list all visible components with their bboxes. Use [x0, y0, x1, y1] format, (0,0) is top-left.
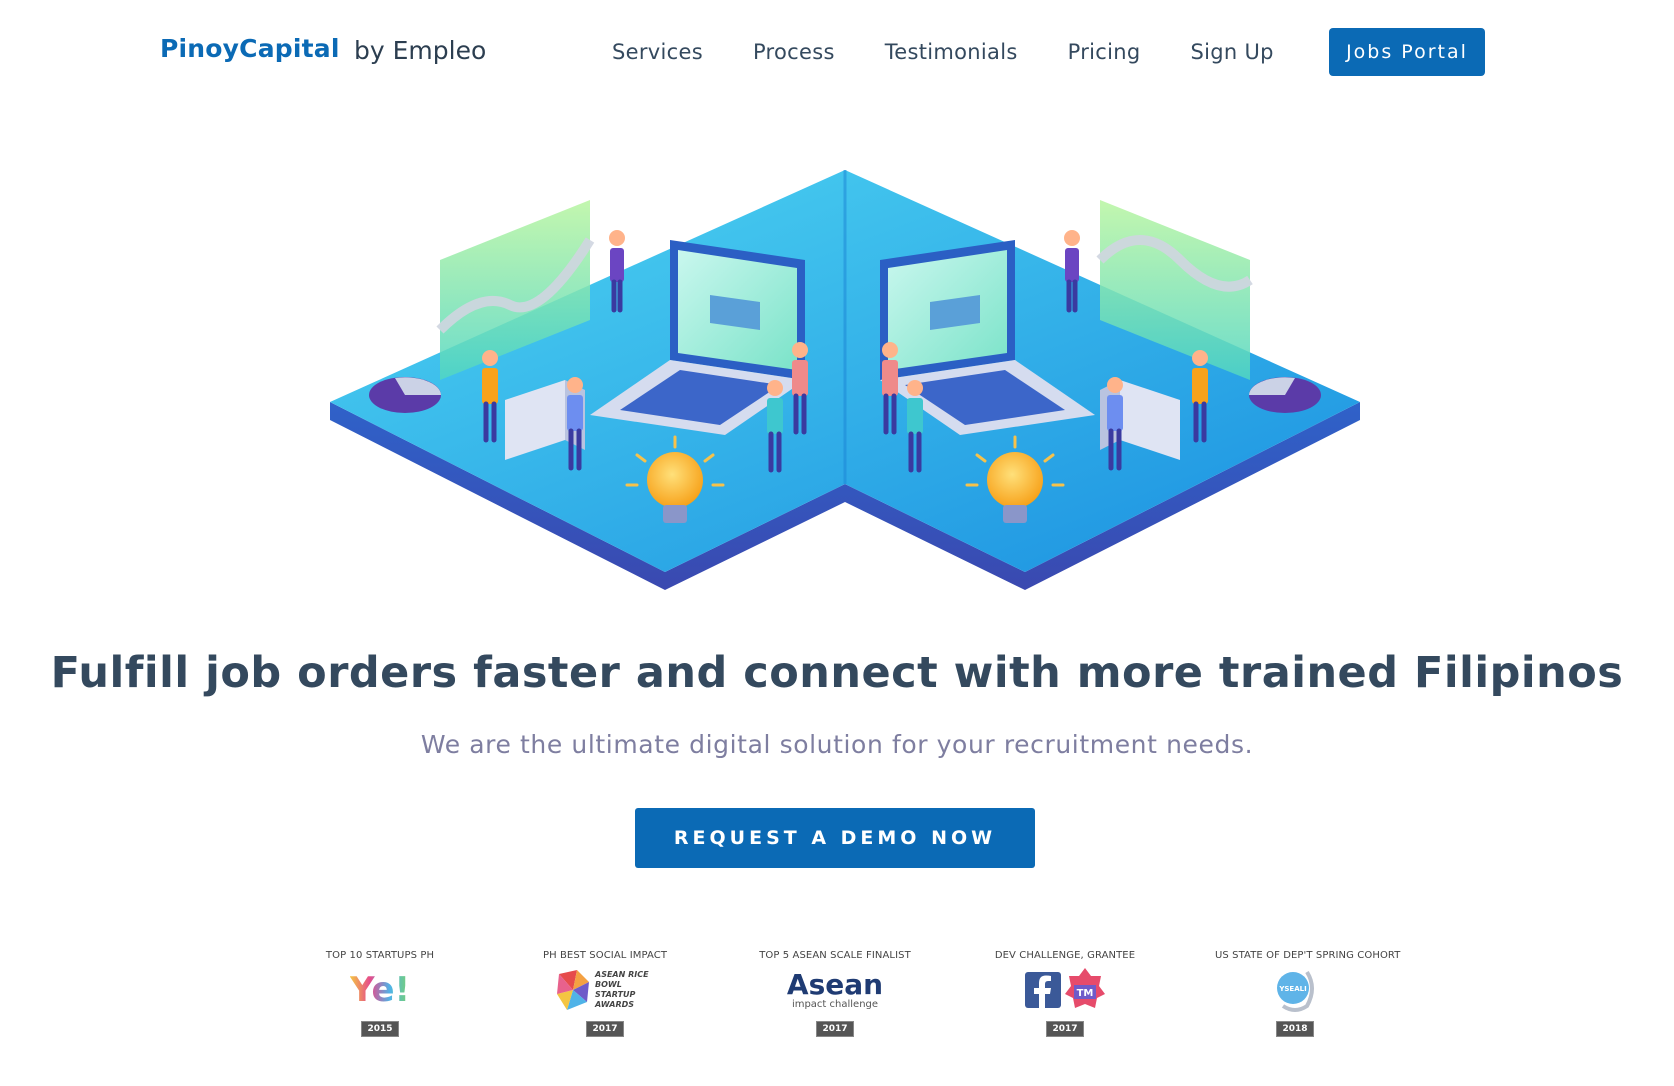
award-year: 2017 [586, 1021, 624, 1037]
rice-bowl-icon [557, 970, 589, 1010]
yseali-seal-icon: YSEALI [1277, 970, 1314, 1012]
asean-logo-text: Asean [786, 967, 884, 1001]
award-asean-rice-bowl: PH BEST SOCIAL IMPACT ASEAN RICE BOWL ST… [525, 948, 685, 1038]
nav-testimonials[interactable]: Testimonials [885, 40, 1018, 64]
hero-illustration [330, 170, 1360, 590]
award-ye: TOP 10 STARTUPS PH Ye! 2015 [300, 948, 460, 1038]
award-caption: US STATE OF DEP'T SPRING COHORT [1215, 950, 1401, 961]
request-demo-button[interactable]: REQUEST A DEMO NOW [635, 808, 1035, 868]
svg-text:TM: TM [1077, 988, 1094, 999]
award-year: 2017 [1046, 1021, 1084, 1037]
award-caption: PH BEST SOCIAL IMPACT [542, 950, 668, 961]
award-asean-impact: TOP 5 ASEAN SCALE FINALIST Asean impact … [755, 948, 915, 1038]
hero-headline: Fulfill job orders faster and connect wi… [50, 648, 1624, 698]
award-caption: TOP 5 ASEAN SCALE FINALIST [759, 950, 911, 961]
nav-services[interactable]: Services [612, 40, 703, 64]
dev-challenge-logo: TM [985, 964, 1145, 1016]
ye-logo-text: Ye! [349, 970, 411, 1010]
nav-sign-up[interactable]: Sign Up [1191, 40, 1274, 64]
award-caption: TOP 10 STARTUPS PH [325, 950, 435, 961]
asean-impact-logo: Asean impact challenge [755, 964, 915, 1016]
yseali-logo: YSEALI [1215, 964, 1375, 1016]
yseali-logo-text: YSEALI [1278, 985, 1306, 993]
nav-pricing[interactable]: Pricing [1068, 40, 1141, 64]
award-year: 2015 [361, 1021, 399, 1037]
award-dev-challenge: DEV CHALLENGE, GRANTEE TM 2017 [985, 948, 1145, 1038]
jobs-portal-button[interactable]: Jobs Portal [1329, 28, 1485, 76]
award-caption: DEV CHALLENGE, GRANTEE [994, 950, 1136, 961]
brand-logo[interactable]: PinoyCapital [160, 34, 340, 63]
award-year: 2018 [1276, 1021, 1314, 1037]
hero-subheadline: We are the ultimate digital solution for… [420, 730, 1254, 759]
asean-rice-bowl-logo: ASEAN RICE BOWL STARTUP AWARDS [525, 964, 685, 1016]
nav-process[interactable]: Process [753, 40, 835, 64]
award-yseali: US STATE OF DEP'T SPRING COHORT YSEALI 2… [1215, 948, 1401, 1038]
award-year: 2017 [816, 1021, 854, 1037]
site-header: PinoyCapital by Empleo Services Process … [0, 0, 1674, 105]
awards-row: TOP 10 STARTUPS PH Ye! 2015 PH BEST SOCI… [300, 948, 1400, 1038]
main-nav: Services Process Testimonials Pricing Si… [612, 28, 1312, 76]
tm-badge-icon: TM [1065, 968, 1105, 1008]
ye-logo: Ye! [300, 964, 460, 1016]
asean-logo-sub: impact challenge [791, 998, 879, 1010]
facebook-icon [1025, 972, 1061, 1008]
rice-bowl-logo-text: ASEAN RICE BOWL STARTUP AWARDS [595, 970, 649, 1009]
brand-suffix: by Empleo [354, 36, 487, 65]
